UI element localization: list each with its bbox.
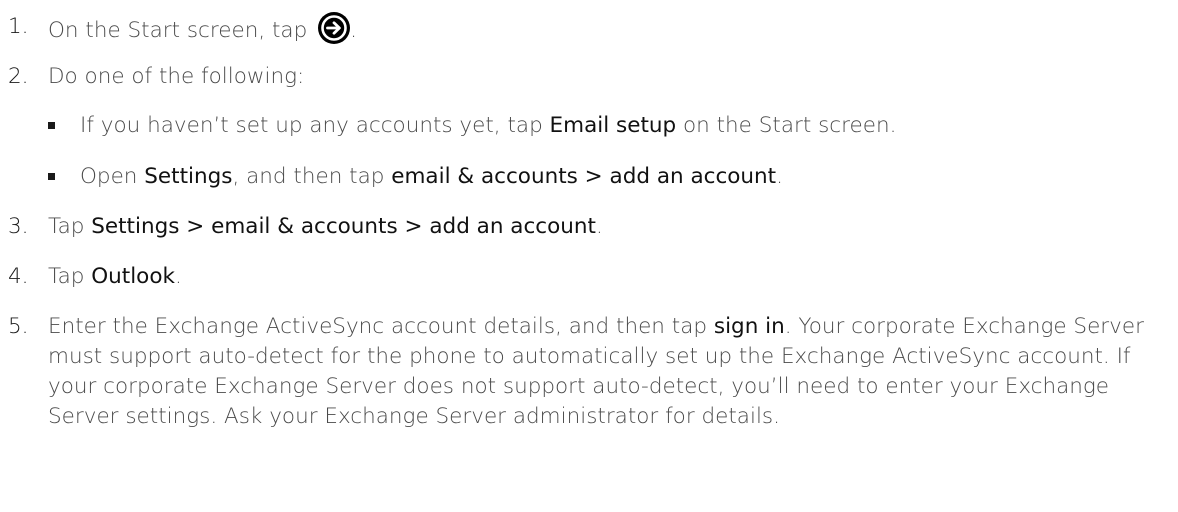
ui-term: Email setup <box>549 113 677 138</box>
step-text: Enter the Exchange ActiveSync account de… <box>48 314 1144 429</box>
bullet-item-2: Open Settings, and then tap email & acco… <box>48 162 1178 192</box>
ui-term: Outlook <box>91 264 175 289</box>
step-text: Tap Settings > email & accounts > add an… <box>48 214 603 239</box>
step-text: Do one of the following: <box>48 64 305 89</box>
ui-term: Settings > email & accounts > add an acc… <box>91 214 596 239</box>
step-number: 5. <box>8 314 29 339</box>
step-number: 3. <box>8 214 29 239</box>
step-1: 1. On the Start screen, tap . <box>8 12 1178 46</box>
step-text: Tap Outlook. <box>48 264 182 289</box>
step-2: 2. Do one of the following: <box>8 62 1178 92</box>
bullet-icon <box>48 122 55 129</box>
ui-term: email & accounts > add an account <box>391 164 777 189</box>
step-5: 5. Enter the Exchange ActiveSync account… <box>8 312 1178 432</box>
step-4: 4. Tap Outlook. <box>8 262 1178 292</box>
bullet-text: Open Settings, and then tap email & acco… <box>80 164 783 189</box>
arrow-right-circle-icon <box>318 12 351 44</box>
step-3: 3. Tap Settings > email & accounts > add… <box>8 212 1178 242</box>
step-number: 1. <box>8 14 29 39</box>
ui-term: sign in <box>713 314 785 339</box>
step-number: 4. <box>8 264 29 289</box>
instruction-document: 1. On the Start screen, tap . 2. Do one … <box>0 0 1178 512</box>
step-number: 2. <box>8 64 29 89</box>
step-1-text: On the Start screen, tap <box>48 18 308 43</box>
step-1-period: . <box>350 18 357 43</box>
bullet-icon <box>48 173 55 180</box>
bullet-text: If you haven’t set up any accounts yet, … <box>80 113 897 138</box>
step-text: On the Start screen, tap . <box>48 12 1163 46</box>
bullet-item-1: If you haven’t set up any accounts yet, … <box>48 111 1178 141</box>
ui-term: Settings <box>144 164 233 189</box>
